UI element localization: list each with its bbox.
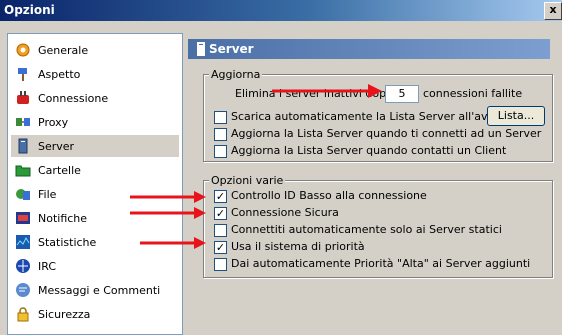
annotation-arrows bbox=[130, 84, 382, 249]
